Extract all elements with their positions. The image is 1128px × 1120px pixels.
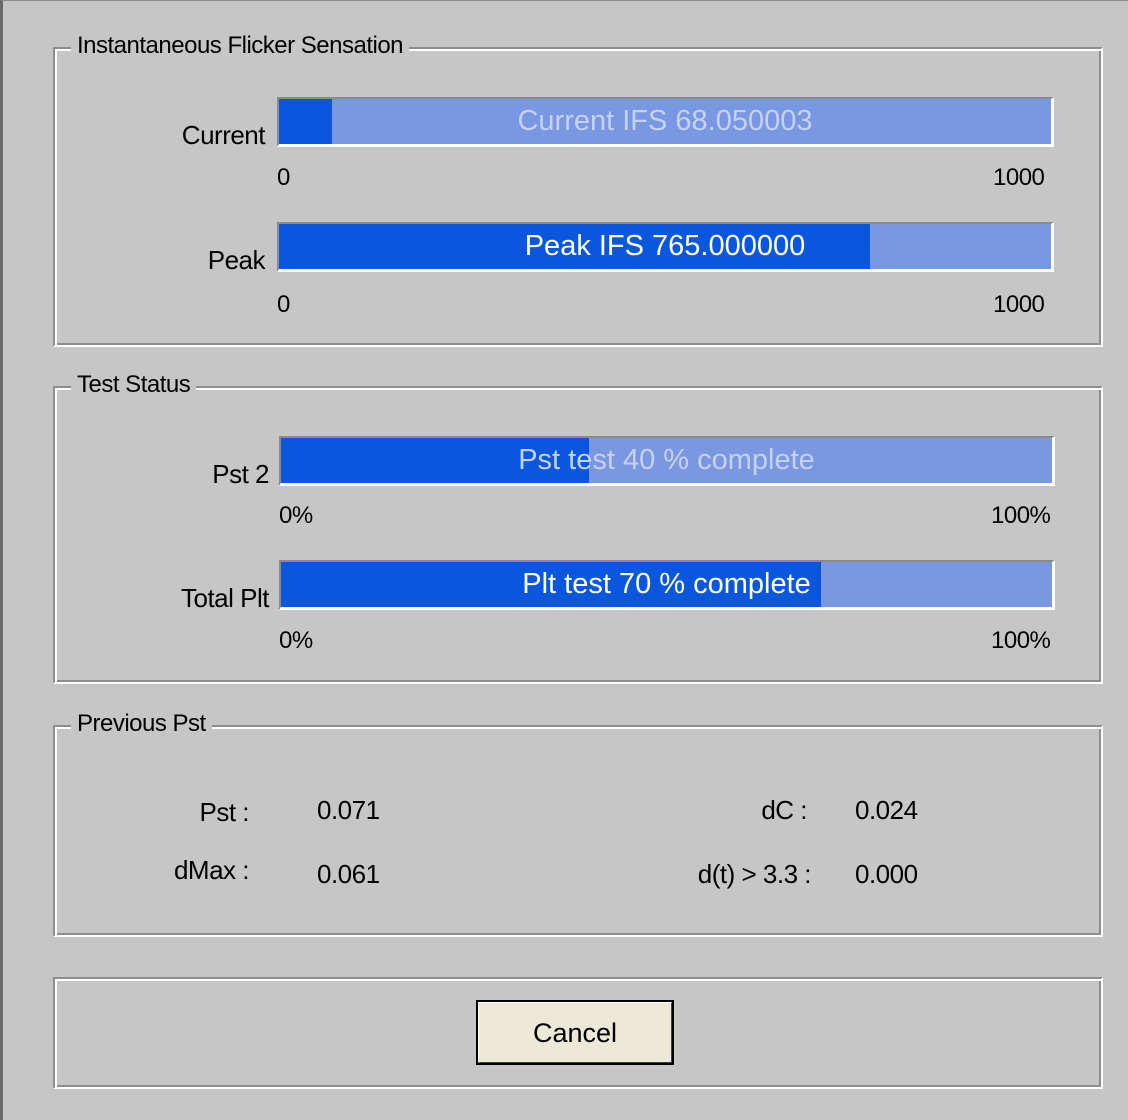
current-label: Current xyxy=(181,120,266,150)
ifs-group-title: Instantaneous Flicker Sensation xyxy=(71,31,410,61)
peak-ifs-bar-text: Peak IFS 765.000000 xyxy=(524,230,806,262)
test-status-group: Test Status xyxy=(53,370,1103,684)
pst-scale-max: 100% xyxy=(991,502,1051,529)
ifs-group: Instantaneous Flicker Sensation xyxy=(53,31,1103,347)
peak-ifs-bar: Peak IFS 765.000000 xyxy=(277,222,1054,272)
plt-scale-min: 0% xyxy=(279,627,313,654)
pst-progress-label: Pst 2 xyxy=(212,459,269,489)
peak-scale-max: 1000 xyxy=(993,291,1045,318)
pst-result-label: Pst : xyxy=(199,797,249,827)
dc-label: dC : xyxy=(761,795,807,825)
dt-exceed-value: 0.000 xyxy=(855,859,918,889)
plt-progress-bar: Plt test 70 % complete xyxy=(279,560,1055,610)
plt-progress-bar-text: Plt test 70 % complete xyxy=(522,568,811,600)
pst-result-value: 0.071 xyxy=(317,795,380,825)
cancel-button[interactable]: Cancel xyxy=(476,1000,674,1065)
plt-progress-label: Total Plt xyxy=(181,583,270,613)
pst-progress-bar-text: Pst test 40 % complete xyxy=(518,444,815,476)
plt-scale-max: 100% xyxy=(991,627,1051,654)
dmax-label: dMax : xyxy=(173,855,250,885)
dmax-value: 0.061 xyxy=(317,859,380,889)
flicker-test-dialog: Instantaneous Flicker Sensation Current … xyxy=(0,0,1128,1120)
pst-scale-min: 0% xyxy=(279,502,313,529)
current-scale-min: 0 xyxy=(277,164,290,191)
test-status-group-title: Test Status xyxy=(71,370,197,400)
previous-pst-group: Previous Pst xyxy=(53,709,1103,937)
current-ifs-bar-text: Current IFS 68.050003 xyxy=(517,105,813,137)
pst-progress-bar: Pst test 40 % complete xyxy=(279,436,1055,486)
peak-scale-min: 0 xyxy=(277,291,290,318)
previous-pst-group-title: Previous Pst xyxy=(71,709,212,739)
peak-label: Peak xyxy=(207,245,266,275)
dt-exceed-label: d(t) > 3.3 : xyxy=(697,859,812,889)
dc-value: 0.024 xyxy=(855,795,918,825)
current-ifs-bar: Current IFS 68.050003 xyxy=(277,97,1054,147)
current-scale-max: 1000 xyxy=(993,164,1045,191)
